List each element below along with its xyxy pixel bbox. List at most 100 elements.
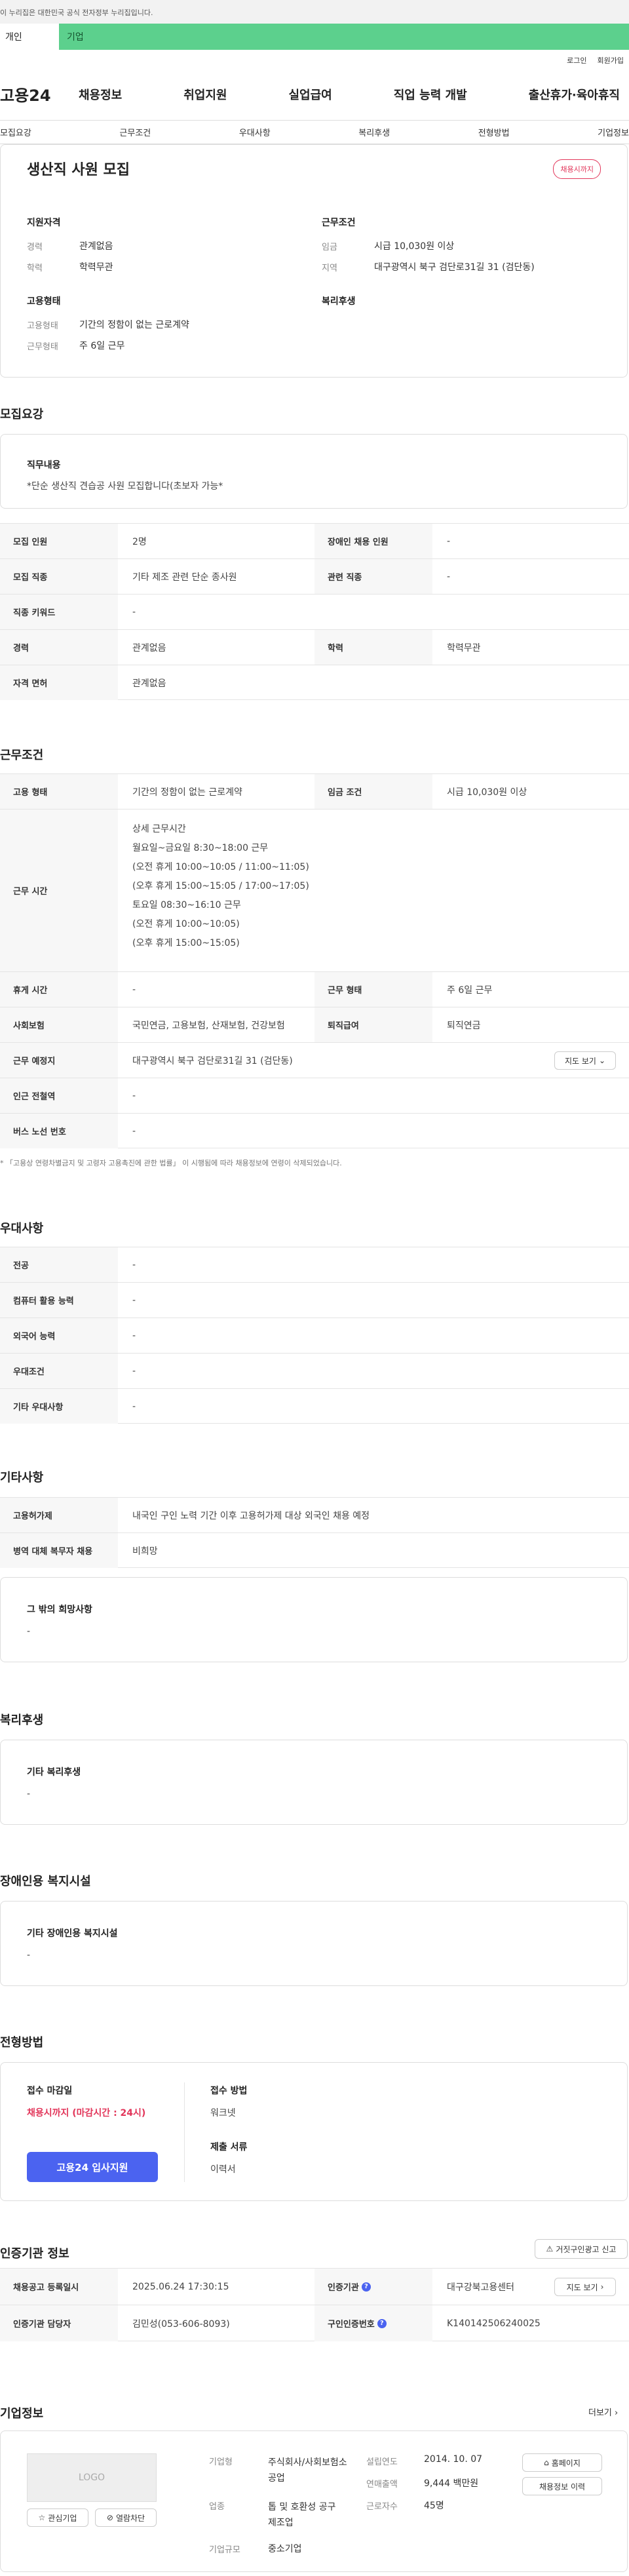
welfare-section-heading: 복리후생 bbox=[0, 1713, 44, 1727]
cell-label: 근무 형태 bbox=[314, 972, 432, 1007]
subnav-company[interactable]: 기업정보 bbox=[598, 126, 629, 138]
favorite-company-button[interactable]: ☆ 관심기업 bbox=[27, 2508, 88, 2527]
cell-value: - bbox=[132, 1125, 136, 1137]
cell-label: 외국어 능력 bbox=[0, 1318, 118, 1353]
disability-box: 기타 장애인용 복지시설 - bbox=[0, 1901, 628, 1986]
cell-label: 컴퓨터 활용 능력 bbox=[0, 1283, 118, 1317]
cell-value: - bbox=[132, 984, 136, 995]
table-row: 채용공고 등록일시 2025.06.24 17:30:15 인증기관? 대구강북… bbox=[0, 2268, 629, 2305]
gnb-training[interactable]: 직업 능력 개발 bbox=[394, 86, 467, 103]
map-button-label: 지도 보기 bbox=[564, 1056, 596, 1066]
cell-label: 장애인 채용 인원 bbox=[314, 524, 432, 558]
info-icon[interactable]: ? bbox=[361, 2282, 371, 2292]
apply-button[interactable]: 고용24 입사지원 bbox=[27, 2152, 158, 2182]
login-link[interactable]: 로그인 bbox=[567, 55, 586, 68]
industry-label: 업종 bbox=[209, 2502, 225, 2512]
cell-label: 근무 시간 bbox=[0, 810, 118, 971]
cell-value: - bbox=[132, 1090, 136, 1101]
cell-value: 주 6일 근무 bbox=[447, 985, 493, 996]
other-wishes-title: 그 밖의 희망사항 bbox=[27, 1605, 92, 1615]
deadline-value: 채용시까지 (마감시간 : 24시) bbox=[27, 2108, 146, 2118]
size-label: 기업규모 bbox=[209, 2545, 240, 2555]
method-title: 접수 방법 bbox=[210, 2086, 248, 2096]
selection-heading: 전형방법 bbox=[0, 2036, 44, 2050]
edu-value: 학력무관 bbox=[79, 262, 113, 273]
workform-value: 주 6일 근무 bbox=[79, 341, 125, 351]
cell-label: 구인인증번호? bbox=[314, 2305, 432, 2341]
cell-value: 국민연금, 고용보험, 산재보험, 건강보험 bbox=[132, 1020, 285, 1031]
table-row: 모집 인원 2명 장애인 채용 인원 - bbox=[0, 523, 629, 558]
gnb-leave[interactable]: 출산휴가·육아휴직 bbox=[529, 86, 620, 103]
cell-label: 모집 인원 bbox=[0, 524, 118, 558]
duty-box: 직무내용 *단순 생산직 견습공 사원 모집합니다(초보자 가능* bbox=[0, 434, 628, 509]
work-time-title: 상세 근무시간 bbox=[132, 824, 186, 834]
cell-label: 채용공고 등록일시 bbox=[0, 2269, 118, 2305]
cert-label: 구인인증번호 bbox=[328, 2320, 375, 2330]
block-label: 열람차단 bbox=[115, 2513, 145, 2523]
cell-value: 관계없음 bbox=[132, 678, 166, 689]
other-wishes-box: 그 밖의 희망사항 - bbox=[0, 1577, 628, 1662]
info-icon[interactable]: ? bbox=[377, 2318, 387, 2328]
welfare-box: 기타 복리후생 - bbox=[0, 1740, 628, 1825]
welfare-value: - bbox=[27, 1789, 31, 1799]
divider bbox=[184, 2082, 185, 2182]
tab-personal[interactable]: 개인 bbox=[0, 24, 59, 50]
pref-heading: 우대사항 bbox=[0, 1222, 44, 1236]
chevron-down-icon: ⌄ bbox=[598, 1056, 606, 1065]
cell-value: K140142506240025 bbox=[447, 2318, 541, 2329]
agency-map-label: 지도 보기 bbox=[566, 2282, 598, 2292]
more-label: 더보기 bbox=[588, 2408, 612, 2418]
company-box: LOGO ☆ 관심기업 ⊘ 열람차단 기업형 주식회사/사회보험소 공업 업종 톱 및… bbox=[0, 2430, 628, 2572]
type-label: 기업형 bbox=[209, 2457, 233, 2467]
table-row: 버스 노선 번호 - bbox=[0, 1113, 629, 1148]
subnav-pref[interactable]: 우대사항 bbox=[239, 126, 271, 138]
history-button[interactable]: 채용정보 이력 bbox=[522, 2477, 602, 2495]
type-line: 주식회사/사회보험소 bbox=[268, 2457, 347, 2468]
cell-label: 학력 bbox=[314, 630, 432, 665]
cell-value: 2025.06.24 17:30:15 bbox=[132, 2281, 229, 2292]
cell-label: 고용허가제 bbox=[0, 1498, 118, 1532]
job-title: 생산직 사원 모집 bbox=[27, 162, 130, 178]
work-time-detail: 상세 근무시간 월요일~금요일 8:30~18:00 근무 (오전 휴게 10:… bbox=[132, 820, 309, 953]
cell-label: 근무 예정지 bbox=[0, 1043, 118, 1078]
subnav-recruit[interactable]: 모집요강 bbox=[0, 126, 31, 138]
subnav-work[interactable]: 근무조건 bbox=[119, 126, 151, 138]
cell-value: - bbox=[132, 1330, 136, 1341]
tab-business[interactable]: 기업 bbox=[59, 24, 629, 50]
docs-title: 제출 서류 bbox=[210, 2142, 248, 2153]
cell-value: - bbox=[132, 606, 136, 617]
edu-label: 학력 bbox=[27, 263, 43, 273]
etc-heading: 기타사항 bbox=[0, 1471, 44, 1485]
agency-heading: 인증기관 정보 bbox=[0, 2247, 69, 2261]
gnb-jobs[interactable]: 채용정보 bbox=[79, 86, 122, 103]
map-button[interactable]: 지도 보기 ⌄ bbox=[554, 1051, 616, 1070]
type-value: 주식회사/사회보험소 공업 bbox=[268, 2455, 347, 2486]
work-time-line: 월요일~금요일 8:30~18:00 근무 bbox=[132, 843, 269, 853]
recruit-heading: 모집요강 bbox=[0, 408, 44, 421]
block-company-button[interactable]: ⊘ 열람차단 bbox=[95, 2508, 157, 2527]
cell-value: 기타 제조 관련 단순 종사원 bbox=[132, 572, 237, 583]
cell-label: 모집 직종 bbox=[0, 559, 118, 594]
report-button-label: 거짓구인광고 신고 bbox=[556, 2244, 617, 2254]
welfare-title: 기타 복리후생 bbox=[27, 1767, 81, 1778]
table-row: 고용허가제 내국인 구인 노력 기간 이후 고용허가제 대상 외국인 채용 예정 bbox=[0, 1497, 629, 1532]
gnb-employment-support[interactable]: 취업지원 bbox=[183, 86, 227, 103]
region-value: 대구광역시 북구 검단로31길 31 (검단동) bbox=[374, 262, 535, 273]
cell-label: 인증기관? bbox=[314, 2269, 432, 2305]
signup-link[interactable]: 회원가입 bbox=[598, 55, 624, 68]
report-button[interactable]: ⚠ 거짓구인광고 신고 bbox=[535, 2239, 628, 2259]
table-row: 고용 형태 기간의 정함이 없는 근로계약 임금 조건 시급 10,030원 이… bbox=[0, 773, 629, 809]
disability-heading: 장애인용 복지시설 bbox=[0, 1875, 91, 1888]
cell-label: 사회보험 bbox=[0, 1007, 118, 1042]
site-logo[interactable]: 고용24 bbox=[0, 83, 79, 106]
homepage-button[interactable]: ⌂ 홈페이지 bbox=[522, 2453, 602, 2472]
table-row: 기타 우대사항 - bbox=[0, 1388, 629, 1424]
company-more-link[interactable]: 더보기 › bbox=[588, 2406, 618, 2418]
cell-label: 기타 우대사항 bbox=[0, 1389, 118, 1424]
cell-value: 대구광역시 북구 검단로31길 31 (검단동) bbox=[132, 1055, 293, 1066]
gnb-unemployment[interactable]: 실업급여 bbox=[289, 86, 332, 103]
subnav-welfare[interactable]: 복리후생 bbox=[358, 126, 390, 138]
agency-map-button[interactable]: 지도 보기 › bbox=[554, 2278, 616, 2296]
homepage-label: 홈페이지 bbox=[551, 2458, 581, 2468]
subnav-selection[interactable]: 전형방법 bbox=[478, 126, 510, 138]
